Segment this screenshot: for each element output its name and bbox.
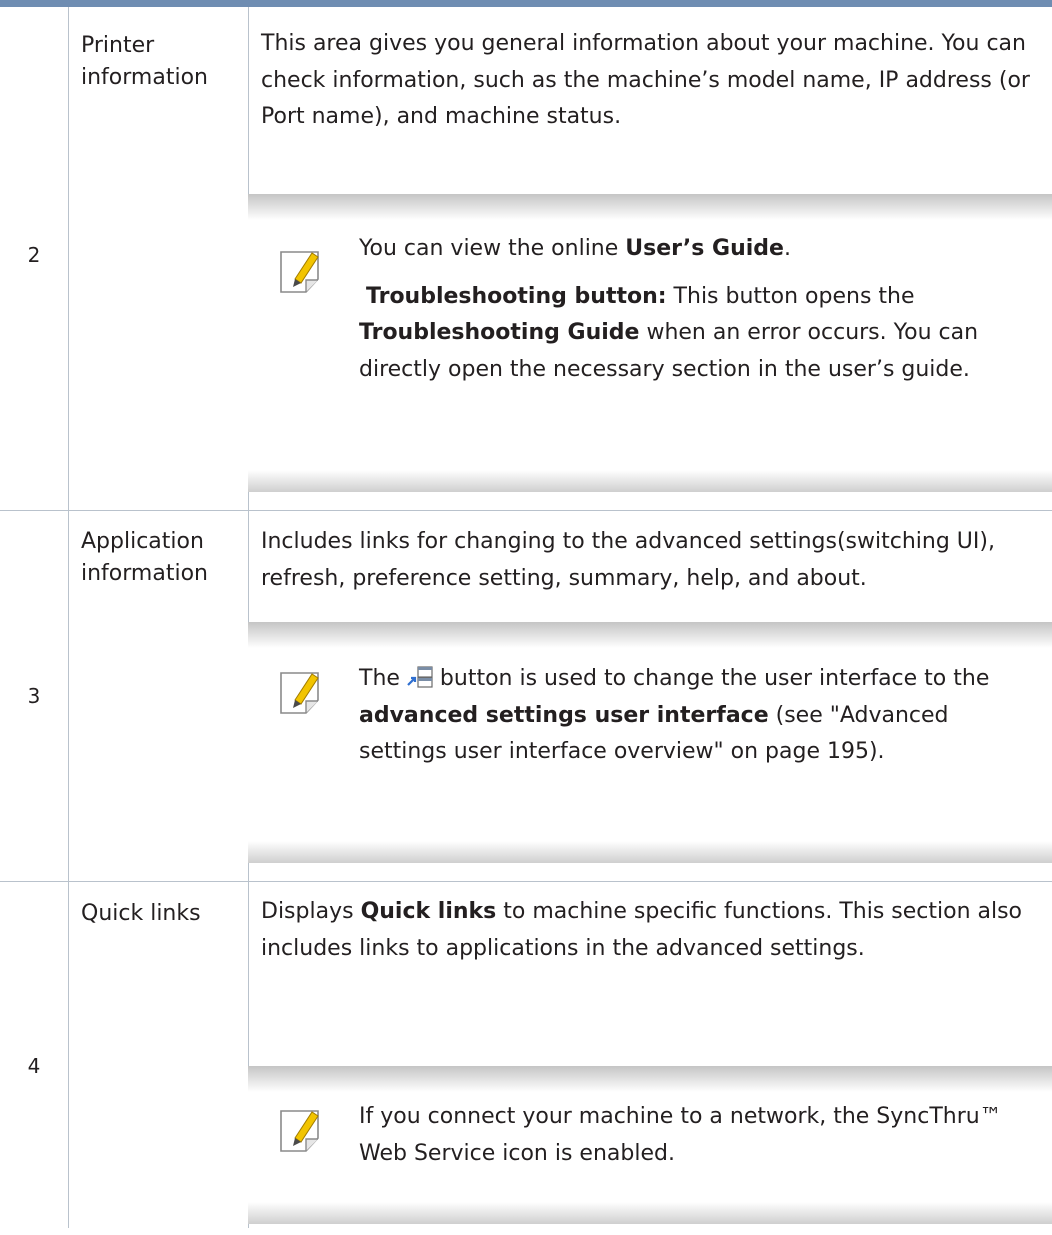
row-label-line: information: [81, 65, 208, 90]
note-paragraph: The button is used to change the user int…: [359, 666, 990, 764]
troubleshooting-guide-term: Troubleshooting Guide: [359, 320, 640, 345]
note-paragraph: You can view the online User’s Guide.: [359, 236, 791, 261]
note-pencil-icon: [278, 670, 324, 716]
row-label-line: Application: [81, 529, 204, 554]
row-label: Application information: [81, 526, 241, 590]
row-label: Quick links: [81, 898, 241, 930]
note-pencil-icon: [278, 249, 324, 295]
note-text: If you connect your machine to a network…: [359, 1099, 1039, 1172]
column-divider-right: [248, 7, 249, 1228]
row-label-line: information: [81, 561, 208, 586]
table-top-rule: [0, 0, 1052, 7]
row-label: Printer information: [81, 30, 241, 94]
quick-links-term: Quick links: [360, 899, 497, 924]
note-box: The button is used to change the user int…: [248, 622, 1052, 863]
row-separator-2-3: [0, 510, 1052, 511]
row-number: 3: [27, 684, 41, 708]
note-box: You can view the online User’s Guide. Tr…: [248, 194, 1052, 492]
row-label-line: Printer: [81, 33, 155, 58]
note-pencil-icon: [278, 1108, 324, 1154]
row-description: Includes links for changing to the advan…: [261, 529, 995, 591]
row-description: This area gives you general information …: [261, 31, 1030, 129]
advanced-settings-term: advanced settings user interface: [359, 702, 769, 728]
note-text: You can view the online User’s Guide. Tr…: [359, 231, 1039, 388]
row-description: Displays Quick links to machine specific…: [261, 899, 1023, 961]
row-number: 2: [27, 243, 41, 267]
switch-ui-icon: [407, 666, 433, 688]
manual-page: 2 Printer information This area gives yo…: [0, 0, 1052, 1235]
note-paragraph: Troubleshooting button: This button open…: [359, 283, 979, 382]
note-box: If you connect your machine to a network…: [248, 1066, 1052, 1224]
row-separator-3-4: [0, 881, 1052, 882]
column-divider-left: [68, 7, 69, 1228]
note-text: The button is used to change the user int…: [359, 661, 1039, 771]
note-paragraph: If you connect your machine to a network…: [359, 1104, 1002, 1166]
row-number: 4: [27, 1054, 41, 1078]
row-label-line: Quick links: [81, 901, 201, 926]
users-guide-link-text: User’s Guide: [625, 236, 784, 261]
troubleshooting-button-term: Troubleshooting button:: [366, 283, 667, 309]
